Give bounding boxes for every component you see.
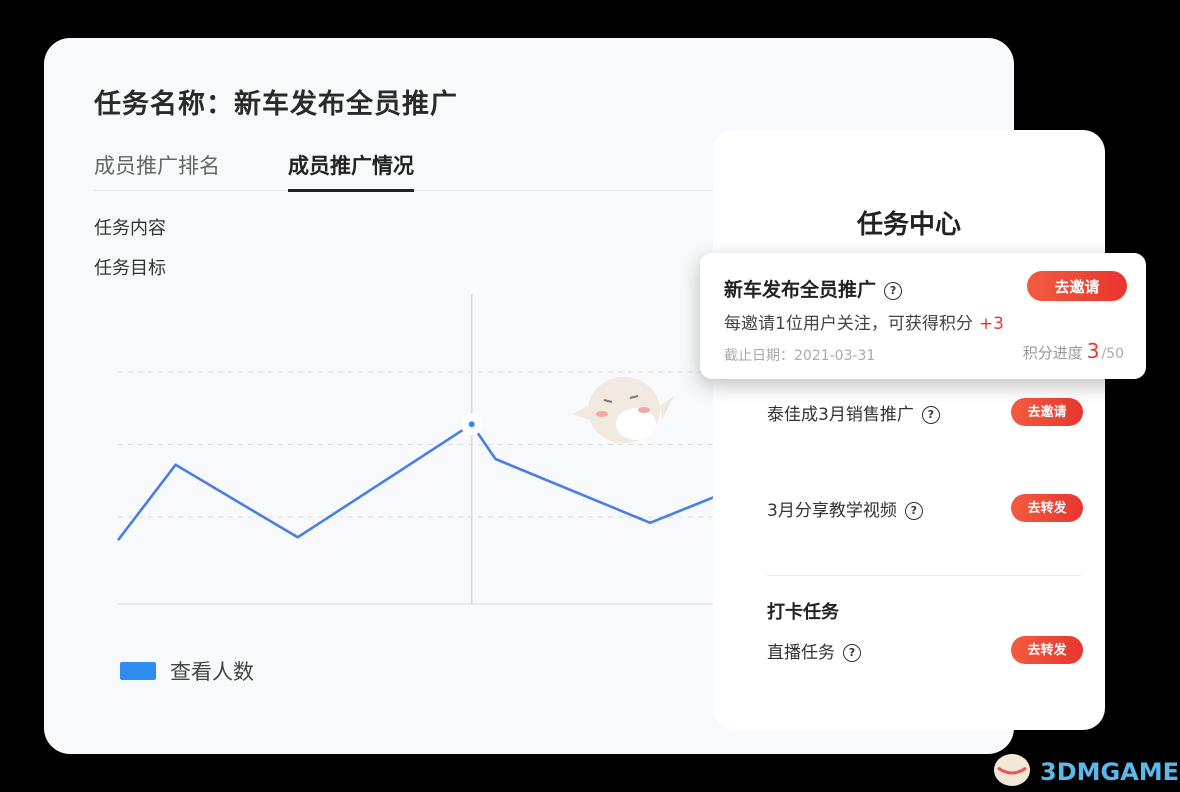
points-bonus: +3	[978, 314, 1004, 334]
task-item-livestream: 直播任务?	[767, 638, 861, 663]
checkin-section-title: 打卡任务	[767, 602, 839, 623]
tab-member-ranking[interactable]: 成员推广排名	[94, 150, 220, 189]
share-button-video[interactable]: 去转发	[1011, 494, 1083, 522]
featured-task-desc-text: 每邀请1位用户关注，可获得积分	[724, 314, 973, 334]
watermark-mascot-icon	[994, 754, 1030, 786]
tab-member-status[interactable]: 成员推广情况	[288, 150, 414, 192]
task-item-sales-promo: 泰佳成3月销售推广?	[767, 400, 940, 425]
task-item-label: 3月分享教学视频	[767, 501, 897, 521]
mascot-icon	[572, 376, 674, 443]
task-item-label: 泰佳成3月销售推广	[767, 405, 914, 425]
points-progress: 积分进度 3/50	[1023, 339, 1124, 363]
help-icon[interactable]: ?	[921, 406, 940, 424]
featured-task-name-text: 新车发布全员推广	[724, 279, 877, 301]
highlighted-point	[460, 413, 483, 436]
featured-task-desc: 每邀请1位用户关注，可获得积分 +3	[724, 309, 1004, 334]
progress-current: 3	[1086, 339, 1100, 363]
deadline-text: 截止日期：2021-03-31	[724, 348, 876, 364]
invite-button-sales-promo[interactable]: 去邀请	[1011, 398, 1083, 426]
progress-total: /50	[1101, 346, 1124, 362]
help-icon[interactable]: ?	[843, 644, 861, 662]
watermark-text: 3DMGAME	[1040, 758, 1180, 786]
help-icon[interactable]: ?	[904, 502, 923, 520]
task-item-label: 直播任务	[767, 643, 835, 663]
task-item-video-share: 3月分享教学视频?	[767, 496, 923, 521]
share-button-livestream[interactable]: 去转发	[1011, 636, 1083, 664]
panel-title: 任务中心	[856, 210, 961, 240]
legend-swatch	[120, 662, 156, 680]
task-title: 任务名称：新车发布全员推广	[94, 89, 458, 120]
legend-label: 查看人数	[170, 660, 254, 684]
section-divider	[767, 575, 1081, 576]
invite-button[interactable]: 去邀请	[1027, 271, 1127, 301]
task-content-label: 任务内容	[94, 218, 166, 239]
chart-points	[460, 413, 483, 436]
tab-bar: 成员推广排名 成员推广情况	[94, 150, 744, 192]
views-line-chart	[116, 294, 744, 605]
task-goal-label: 任务目标	[94, 258, 166, 279]
chart-legend: 查看人数	[120, 656, 254, 686]
featured-task-card[interactable]: 新车发布全员推广? 去邀请 每邀请1位用户关注，可获得积分 +3 截止日期：202…	[700, 253, 1146, 379]
featured-task-name: 新车发布全员推广?	[724, 275, 903, 302]
progress-label: 积分进度	[1022, 344, 1083, 362]
series-line-views	[116, 422, 744, 541]
help-icon[interactable]: ?	[884, 282, 903, 300]
